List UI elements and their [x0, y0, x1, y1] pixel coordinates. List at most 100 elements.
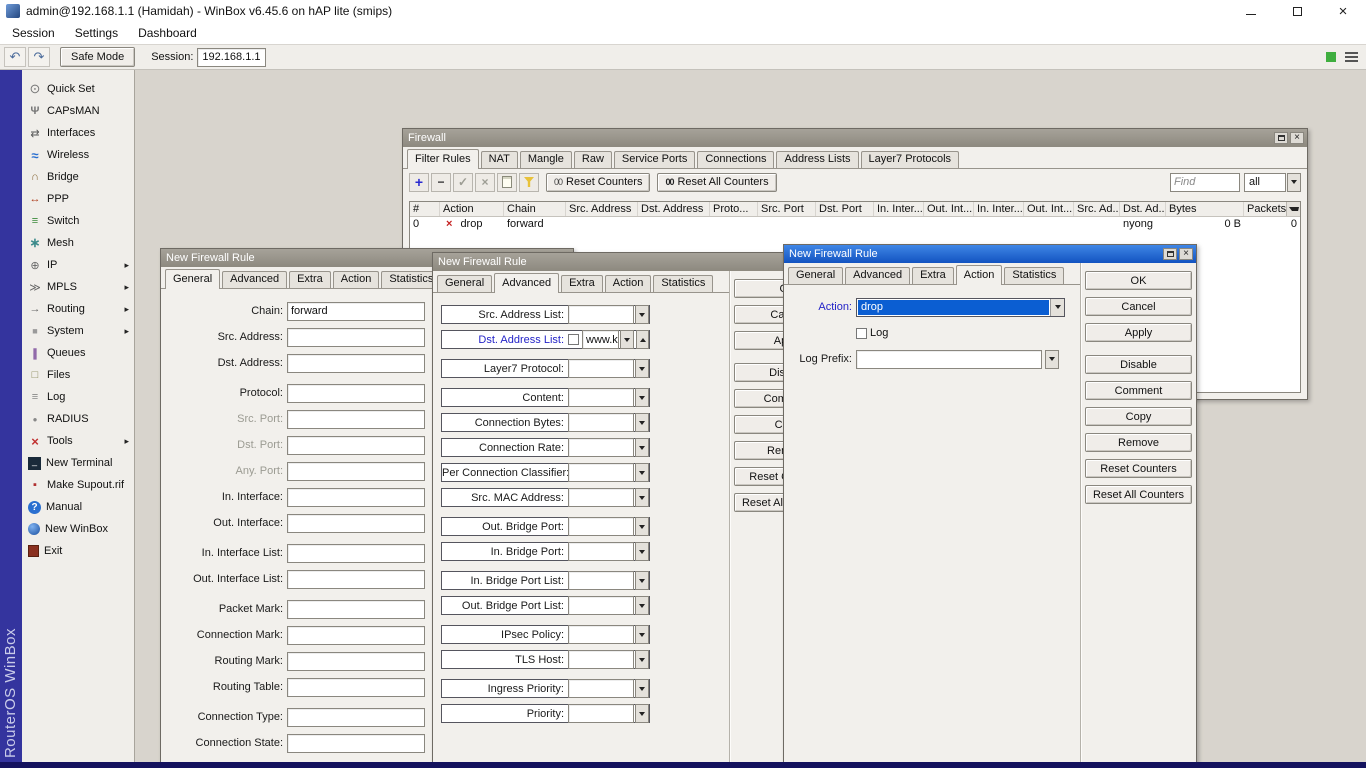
sidebar-item[interactable]: Switch — [22, 210, 134, 232]
field-input[interactable] — [287, 625, 425, 645]
field-input[interactable] — [287, 677, 425, 697]
field-input[interactable] — [287, 733, 425, 753]
field-checkbox[interactable] — [568, 334, 579, 345]
disable-icon[interactable]: × — [475, 172, 495, 192]
sidebar-item[interactable]: IP ▸ — [22, 254, 134, 276]
dialog-tab[interactable]: Extra — [912, 267, 954, 284]
column-header[interactable]: Action — [440, 202, 504, 216]
dialog-tab[interactable]: Extra — [561, 275, 603, 292]
undo-button[interactable]: ↶ — [4, 47, 26, 67]
dialog-tab[interactable]: Action — [955, 265, 1003, 285]
dialog-tab[interactable]: Advanced — [845, 267, 911, 284]
firewall-tab[interactable]: Connections — [697, 151, 775, 168]
column-header[interactable]: Src. Port — [758, 202, 816, 216]
field-input[interactable] — [287, 651, 425, 671]
sidebar-item[interactable]: PPP — [22, 188, 134, 210]
sidebar-item[interactable]: Routing ▸ — [22, 298, 134, 320]
dropdown-button[interactable] — [635, 388, 649, 407]
firewall-titlebar[interactable]: Firewall × — [403, 129, 1307, 147]
sidebar-item[interactable]: Make Supout.rif — [22, 474, 134, 496]
dropdown-button[interactable] — [635, 650, 649, 669]
field-input[interactable] — [287, 435, 425, 455]
column-header[interactable]: Src. Address — [566, 202, 638, 216]
field-input[interactable] — [287, 461, 425, 481]
firewall-tab[interactable]: Service Ports — [613, 151, 696, 168]
dropdown-button[interactable] — [635, 542, 649, 561]
action-select[interactable]: drop — [856, 297, 1065, 317]
sidebar-item[interactable]: MPLS ▸ — [22, 276, 134, 298]
dropdown-button[interactable] — [635, 488, 649, 507]
find-input[interactable] — [1170, 172, 1240, 192]
field-input[interactable] — [568, 650, 634, 669]
reset-counters-button[interactable]: 00 Reset Counters — [546, 172, 651, 192]
sidebar-item[interactable]: Manual — [22, 496, 134, 518]
dropdown-button[interactable] — [635, 517, 649, 536]
sidebar-item[interactable]: Bridge — [22, 166, 134, 188]
field-input[interactable]: www.kaskus.com — [582, 330, 619, 349]
column-header[interactable]: Proto... — [710, 202, 758, 216]
add-icon[interactable]: + — [409, 172, 429, 192]
dialog-button[interactable]: Reset Counters — [1085, 459, 1192, 478]
dialog-close-button[interactable]: × — [1179, 248, 1193, 260]
dialog-tab[interactable]: Statistics — [1004, 267, 1065, 284]
sidebar-item[interactable]: Interfaces — [22, 122, 134, 144]
sidebar-item[interactable]: RADIUS — [22, 408, 134, 430]
firewall-tab[interactable]: Raw — [573, 151, 612, 168]
sidebar-item[interactable]: Log — [22, 386, 134, 408]
comment-icon[interactable] — [497, 172, 517, 192]
dialog-button[interactable]: Reset All Counters — [1085, 485, 1192, 504]
dialog-button[interactable]: Cancel — [1085, 297, 1192, 316]
reset-all-counters-button[interactable]: 00 Reset All Counters — [657, 172, 777, 192]
field-input[interactable] — [568, 625, 634, 644]
remove-icon[interactable]: − — [431, 172, 451, 192]
dialog-titlebar[interactable]: New Firewall Rule × — [784, 245, 1196, 263]
field-input[interactable] — [568, 704, 634, 723]
dropdown-button[interactable] — [635, 571, 649, 590]
sidebar-item[interactable]: Quick Set — [22, 78, 134, 100]
firewall-tab[interactable]: Layer7 Protocols — [860, 151, 960, 168]
column-header[interactable]: Dst. Port — [816, 202, 874, 216]
column-header[interactable]: Dst. Address — [638, 202, 710, 216]
field-input[interactable] — [287, 707, 425, 727]
sidebar-item[interactable]: Queues — [22, 342, 134, 364]
firewall-tab[interactable]: Address Lists — [776, 151, 859, 168]
log-prefix-input[interactable] — [856, 349, 1042, 369]
dialog-button[interactable]: Copy — [1085, 407, 1192, 426]
menu-item[interactable]: Settings — [65, 23, 128, 43]
dropdown-button[interactable] — [635, 413, 649, 432]
sidebar-item[interactable]: Mesh — [22, 232, 134, 254]
firewall-rule-row[interactable]: 0 × drop forward nyong 0 B 0 — [410, 217, 1300, 231]
field-input[interactable] — [287, 599, 425, 619]
dialog-tab[interactable]: Action — [604, 275, 652, 292]
dropdown-button[interactable] — [635, 704, 649, 723]
firewall-tab[interactable]: NAT — [480, 151, 518, 168]
filter-icon[interactable] — [519, 172, 539, 192]
dropdown-button[interactable] — [635, 625, 649, 644]
column-header[interactable]: Src. Ad... — [1074, 202, 1120, 216]
session-value-field[interactable]: 192.168.1.1 — [197, 47, 266, 67]
safe-mode-button[interactable]: Safe Mode — [60, 47, 136, 67]
field-input[interactable] — [287, 569, 425, 589]
field-input[interactable] — [287, 409, 425, 429]
up-button[interactable] — [636, 330, 649, 349]
sidebar-item[interactable]: System ▸ — [22, 320, 134, 342]
column-header[interactable]: Out. Int... — [924, 202, 974, 216]
column-select-button[interactable] — [1286, 202, 1300, 216]
dialog-tab[interactable]: Action — [332, 271, 380, 288]
firewall-close-button[interactable]: × — [1290, 132, 1304, 144]
column-header[interactable]: Out. Int... — [1024, 202, 1074, 216]
field-input[interactable] — [568, 413, 634, 432]
field-input[interactable] — [568, 679, 634, 698]
column-header[interactable]: # — [410, 202, 440, 216]
field-input[interactable] — [287, 353, 425, 373]
sidebar-item[interactable]: Tools ▸ — [22, 430, 134, 452]
menu-toggle-icon[interactable] — [1345, 52, 1358, 62]
dropdown-button[interactable] — [1045, 349, 1059, 369]
field-input[interactable] — [287, 383, 425, 403]
field-input[interactable] — [287, 543, 425, 563]
dialog-button[interactable]: Disable — [1085, 355, 1192, 374]
field-input[interactable] — [568, 571, 634, 590]
redo-button[interactable]: ↷ — [28, 47, 50, 67]
column-header[interactable]: In. Inter... — [974, 202, 1024, 216]
dialog-button[interactable]: Apply — [1085, 323, 1192, 342]
